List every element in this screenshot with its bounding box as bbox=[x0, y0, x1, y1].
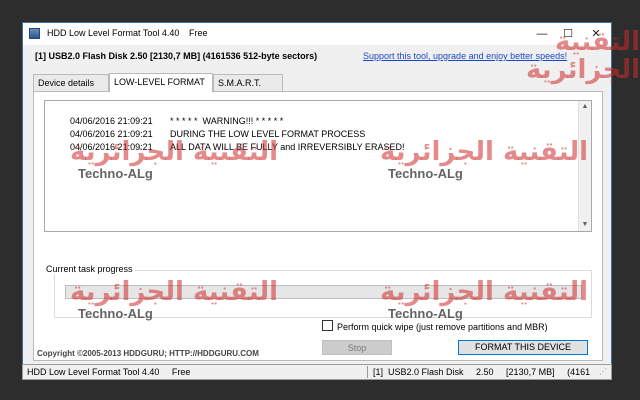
title-bar[interactable]: HDD Low Level Format Tool 4.40 Free — ☐ … bbox=[23, 23, 611, 45]
log-line: 04/06/2016 21:09:21 ALL DATA WILL BE FULL… bbox=[50, 132, 404, 162]
status-bar: HDD Low Level Format Tool 4.40 Free [1] … bbox=[22, 364, 612, 380]
resize-grip-icon[interactable]: ⋰ bbox=[599, 367, 609, 377]
app-icon bbox=[29, 28, 40, 39]
quick-wipe-label: Perform quick wipe (just remove partitio… bbox=[337, 322, 548, 332]
log-box[interactable]: 04/06/2016 21:09:21 * * * * * WARNING!!! … bbox=[44, 100, 592, 232]
support-link[interactable]: Support this tool, upgrade and enjoy bet… bbox=[363, 51, 567, 61]
window-title-suffix: Free bbox=[189, 28, 208, 38]
status-device-info: [1] USB2.0 Flash Disk 2.50 [2130,7 MB] (… bbox=[373, 367, 591, 377]
copyright-text: Copyright ©2005-2013 HDDGURU; HTTP://HDD… bbox=[37, 349, 259, 358]
low-level-format-panel: 04/06/2016 21:09:21 * * * * * WARNING!!! … bbox=[33, 91, 603, 361]
log-timestamp: 04/06/2016 21:09:21 bbox=[70, 142, 153, 152]
window-title: HDD Low Level Format Tool 4.40 bbox=[47, 28, 180, 38]
maximize-button[interactable]: ☐ bbox=[555, 25, 581, 43]
quick-wipe-checkbox[interactable] bbox=[322, 320, 333, 331]
status-divider bbox=[367, 366, 368, 378]
format-device-button[interactable]: FORMAT THIS DEVICE bbox=[458, 340, 588, 355]
device-info-text: [1] USB2.0 Flash Disk 2.50 [2130,7 MB] (… bbox=[35, 51, 318, 61]
scroll-down-arrow-icon[interactable]: ▼ bbox=[579, 219, 591, 231]
progress-label: Current task progress bbox=[44, 264, 135, 274]
status-app-info: HDD Low Level Format Tool 4.40 Free bbox=[27, 367, 191, 377]
close-button[interactable]: ✕ bbox=[583, 25, 609, 43]
tab-low-level-format[interactable]: LOW-LEVEL FORMAT bbox=[109, 73, 213, 92]
app-window: HDD Low Level Format Tool 4.40 Free — ☐ … bbox=[22, 22, 612, 368]
tab-strip: Device details LOW-LEVEL FORMAT S.M.A.R.… bbox=[33, 73, 603, 92]
device-info-bar: [1] USB2.0 Flash Disk 2.50 [2130,7 MB] (… bbox=[23, 45, 611, 69]
scroll-up-arrow-icon[interactable]: ▲ bbox=[579, 101, 591, 113]
stop-button[interactable]: Stop bbox=[322, 340, 392, 355]
progress-group bbox=[54, 270, 592, 318]
log-scrollbar[interactable]: ▲ ▼ bbox=[578, 101, 591, 231]
quick-wipe-option[interactable]: Perform quick wipe (just remove partitio… bbox=[322, 320, 548, 332]
progress-bar bbox=[65, 285, 582, 299]
tab-device-details[interactable]: Device details bbox=[33, 74, 109, 91]
tab-smart[interactable]: S.M.A.R.T. bbox=[213, 74, 283, 91]
log-message: ALL DATA WILL BE FULLY and IRREVERSIBLY … bbox=[170, 142, 405, 152]
minimize-button[interactable]: — bbox=[529, 25, 555, 43]
